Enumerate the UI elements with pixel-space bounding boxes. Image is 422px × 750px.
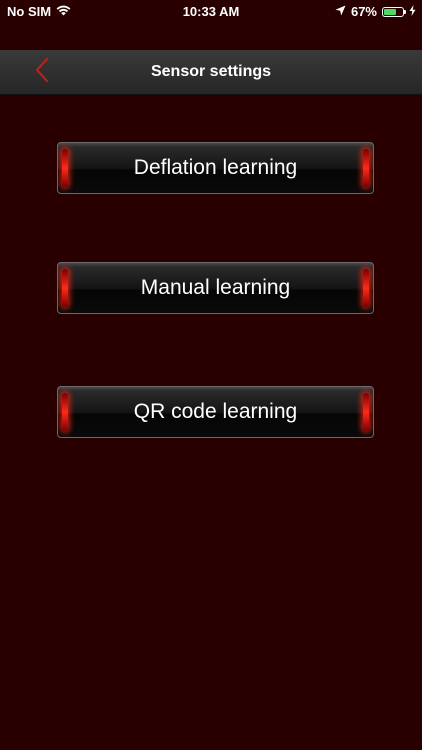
status-bar: No SIM 10:33 AM 67% (0, 0, 422, 24)
manual-learning-button[interactable]: Manual learning (57, 262, 374, 314)
button-label: Manual learning (140, 276, 291, 299)
button-label: QR code learning (133, 400, 298, 423)
location-arrow-icon (335, 4, 346, 19)
button-glow-left (62, 269, 68, 307)
battery-level-fill (384, 8, 397, 15)
deflation-learning-button[interactable]: Deflation learning (57, 142, 374, 194)
charging-bolt-icon (409, 4, 416, 19)
button-glow-left (62, 149, 68, 187)
battery-icon (382, 6, 406, 17)
button-glow-right (363, 149, 369, 187)
qr-code-learning-button[interactable]: QR code learning (57, 386, 374, 438)
button-glow-right (363, 269, 369, 307)
button-label: Deflation learning (133, 156, 298, 179)
page-title: Sensor settings (150, 63, 272, 80)
button-glow-left (62, 393, 68, 431)
battery-percent: 67% (350, 4, 377, 19)
nav-bar: Sensor settings (0, 50, 422, 95)
status-right: 67% (335, 4, 416, 19)
button-glow-right (363, 393, 369, 431)
